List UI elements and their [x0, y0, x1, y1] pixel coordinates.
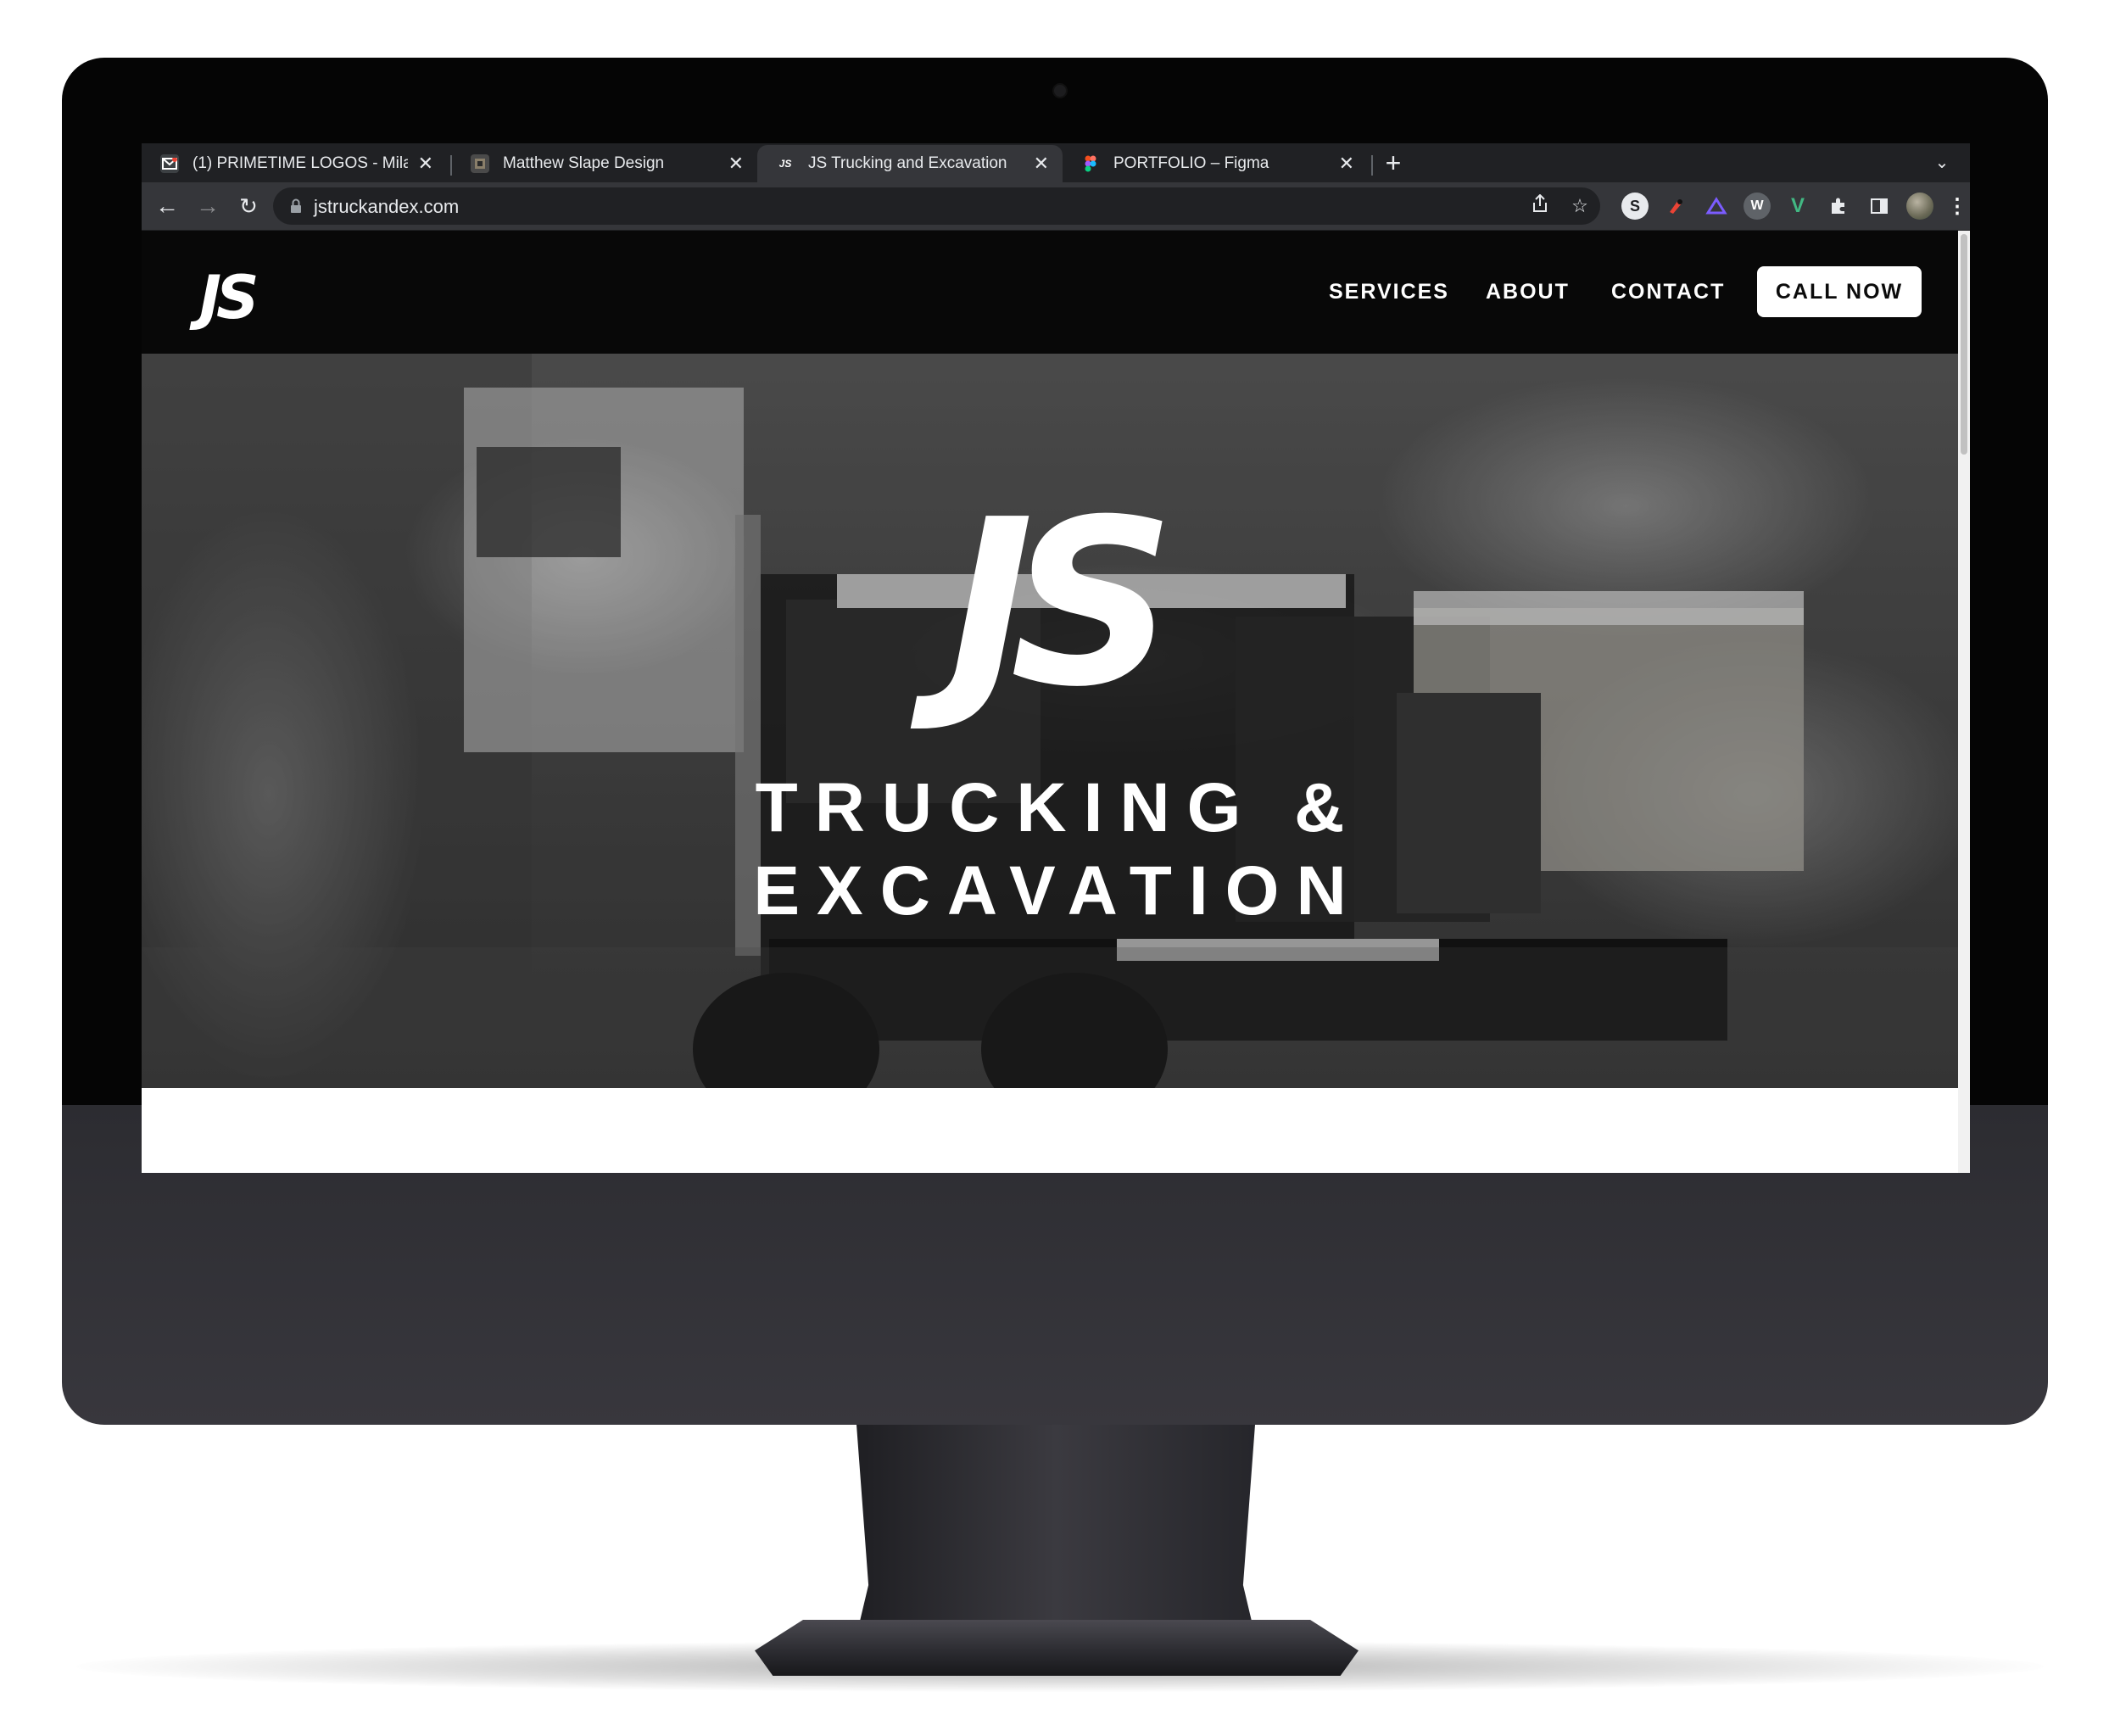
tab-separator	[1371, 155, 1373, 176]
tab-title: JS Trucking and Excavation	[808, 154, 1007, 172]
forward-arrow-icon[interactable]: →	[192, 191, 223, 221]
extension-triangle-icon[interactable]	[1703, 193, 1730, 220]
site-logo[interactable]: JS	[199, 263, 259, 332]
extension-v-icon[interactable]: V	[1784, 193, 1811, 220]
extension-w-icon[interactable]: W	[1744, 193, 1771, 220]
bookmark-star-icon[interactable]: ☆	[1568, 194, 1592, 218]
scrollbar-thumb[interactable]	[1961, 234, 1967, 455]
hero-logo: JS	[948, 470, 1175, 737]
call-now-button[interactable]: CALL NOW	[1757, 266, 1922, 317]
tab-title: (1) PRIMETIME LOGOS - Milan	[192, 154, 408, 172]
tab-matthew-slape[interactable]: Matthew Slape Design ✕	[452, 145, 757, 182]
tab-search-chevron-icon[interactable]: ⌄	[1929, 150, 1955, 176]
browser-toolbar: ← → ↻ jstruckandex.com ☆ S W V ⋮	[142, 182, 1970, 230]
close-tab-icon[interactable]: ✕	[1339, 154, 1354, 173]
nav-services[interactable]: SERVICES	[1329, 280, 1449, 304]
tab-title: PORTFOLIO – Figma	[1113, 154, 1269, 172]
side-panel-icon[interactable]	[1866, 193, 1893, 220]
profile-avatar[interactable]	[1906, 193, 1933, 220]
tab-title: Matthew Slape Design	[503, 154, 665, 172]
website-page: JS SERVICES ABOUT CONTACT CALL NOW JS TR…	[142, 231, 1958, 1173]
menu-kebab-icon[interactable]: ⋮	[1944, 193, 1970, 220]
hero-title-line2: EXCAVATION	[753, 852, 1364, 929]
monitor-stand-neck	[856, 1425, 1255, 1636]
nav-contact[interactable]: CONTACT	[1611, 280, 1725, 304]
tab-js-trucking[interactable]: JS JS Trucking and Excavation ✕	[757, 145, 1063, 182]
hero-title-line1: TRUCKING &	[755, 769, 1362, 846]
close-tab-icon[interactable]: ✕	[1034, 154, 1049, 173]
mail-icon	[160, 154, 179, 173]
site-header: JS SERVICES ABOUT CONTACT CALL NOW	[142, 231, 1958, 354]
nav-about[interactable]: ABOUT	[1486, 280, 1570, 304]
monitor-frame: (1) PRIMETIME LOGOS - Milan ✕ Matthew Sl…	[62, 58, 2048, 1425]
close-tab-icon[interactable]: ✕	[418, 154, 433, 173]
site-icon	[471, 154, 489, 173]
share-icon[interactable]	[1528, 193, 1552, 218]
address-bar[interactable]: jstruckandex.com ☆	[273, 187, 1600, 225]
lock-icon	[291, 198, 301, 213]
extensions-puzzle-icon[interactable]	[1825, 193, 1852, 220]
new-tab-button[interactable]: +	[1378, 148, 1409, 179]
close-tab-icon[interactable]: ✕	[728, 154, 744, 173]
url-text: jstruckandex.com	[314, 196, 460, 217]
hero-section: JS TRUCKING & EXCAVATION	[142, 354, 1958, 1088]
figma-icon	[1081, 154, 1100, 173]
webcam	[1052, 83, 1068, 98]
tab-strip: (1) PRIMETIME LOGOS - Milan ✕ Matthew Sl…	[142, 143, 1970, 182]
back-arrow-icon[interactable]: ←	[152, 191, 182, 221]
tab-primetime-logos[interactable]: (1) PRIMETIME LOGOS - Milan ✕	[142, 145, 447, 182]
js-icon: JS	[778, 158, 792, 170]
page-scrollbar[interactable]	[1958, 231, 1970, 1173]
extension-s-icon[interactable]: S	[1621, 193, 1649, 220]
reload-icon[interactable]: ↻	[233, 191, 264, 221]
tab-portfolio-figma[interactable]: PORTFOLIO – Figma ✕	[1063, 145, 1368, 182]
extension-ruler-icon[interactable]	[1662, 193, 1689, 220]
browser-window: (1) PRIMETIME LOGOS - Milan ✕ Matthew Sl…	[142, 143, 1970, 1173]
monitor-stand-base	[755, 1620, 1359, 1676]
